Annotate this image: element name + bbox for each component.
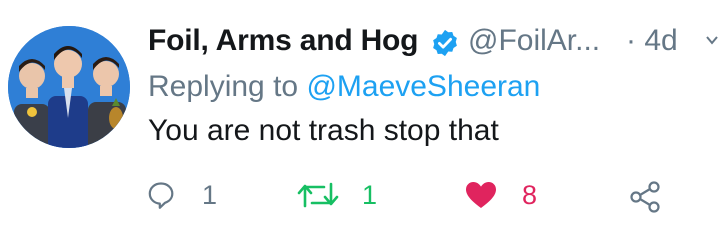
reply-context: Replying to @MaeveSheeran (148, 70, 540, 104)
reply-prefix: Replying to (148, 70, 299, 103)
tweet-card[interactable]: Foil, Arms and Hog @FoilAr... · 4d Reply… (0, 0, 720, 240)
retweet-icon (297, 182, 339, 208)
avatar[interactable] (8, 26, 130, 148)
verified-badge-icon (430, 28, 460, 58)
reply-mention-link[interactable]: @MaeveSheeran (306, 70, 540, 103)
retweet-count: 1 (362, 180, 378, 210)
action-bar: 1 1 8 (0, 172, 720, 220)
reply-bubble-icon (148, 182, 174, 209)
chevron-down-icon[interactable] (704, 32, 720, 48)
tweet-text: You are not trash stop that (148, 114, 499, 147)
user-handle[interactable]: @FoilAr... (468, 24, 600, 58)
heart-icon (466, 182, 496, 208)
share-icon (630, 181, 660, 213)
timestamp[interactable]: · 4d (626, 24, 678, 58)
like-count: 8 (522, 180, 538, 210)
reply-count: 1 (202, 180, 218, 210)
tweet-header: Foil, Arms and Hog @FoilAr... · 4d (148, 22, 720, 62)
display-name[interactable]: Foil, Arms and Hog (148, 24, 418, 58)
